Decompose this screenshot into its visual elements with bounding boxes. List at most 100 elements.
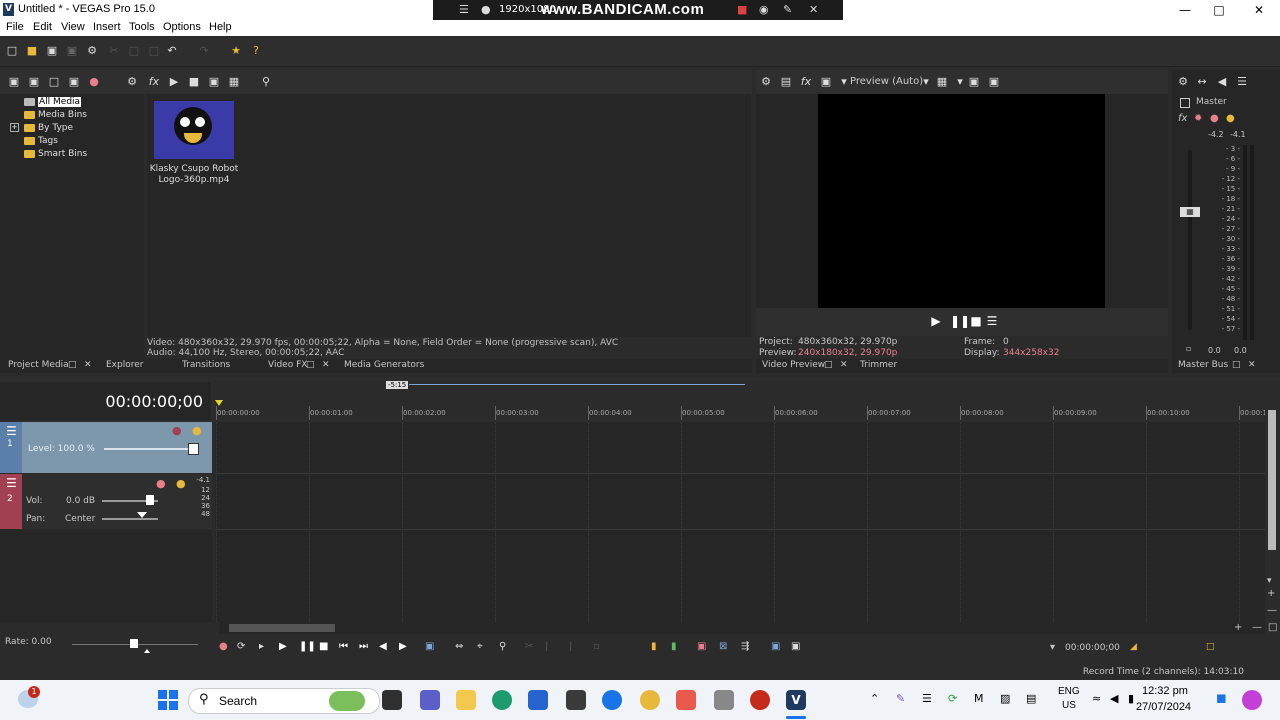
bandicam-icon[interactable] <box>750 690 770 710</box>
vol-slider-handle[interactable] <box>146 495 154 505</box>
track-menu-icon[interactable]: ☰ <box>6 424 17 438</box>
tree-by-type[interactable]: By Type <box>24 122 73 134</box>
chrome-icon[interactable] <box>640 690 660 710</box>
go-to-end-icon[interactable]: ⏭ <box>359 641 368 652</box>
tab-master-bus[interactable]: Master Bus <box>1178 360 1228 370</box>
h-zoom-out-icon[interactable]: — <box>1252 622 1262 633</box>
search-box[interactable]: ⚲ Search <box>188 688 380 714</box>
teams-icon[interactable] <box>420 690 440 710</box>
open-icon[interactable]: ■ <box>26 45 38 57</box>
camera-icon[interactable]: ◉ <box>759 3 769 16</box>
lock-icon[interactable]: ▫ <box>1186 344 1191 353</box>
tab-video-fx[interactable]: Video FX <box>268 360 307 370</box>
save-as-icon[interactable]: ▣ <box>66 45 78 57</box>
play-icon[interactable]: ▶ <box>279 641 287 652</box>
h-zoom-in-icon[interactable]: + <box>1234 622 1242 633</box>
mixer-icon[interactable]: ☰ <box>1236 76 1248 88</box>
capture-icon[interactable]: ▣ <box>28 76 40 88</box>
save-icon[interactable]: ▣ <box>46 45 58 57</box>
wifi-icon[interactable]: ≈ <box>1092 692 1101 705</box>
menu-help[interactable]: Help <box>209 21 232 33</box>
prev-frame-icon[interactable]: ◀ <box>379 641 387 652</box>
float-icon[interactable]: □ <box>68 360 77 370</box>
trim-end-icon[interactable]: | <box>569 641 572 652</box>
track-area[interactable] <box>215 422 1265 622</box>
copy-snapshot-icon[interactable]: ▣ <box>968 76 980 88</box>
minimize-button[interactable]: — <box>1174 2 1196 18</box>
windows-start-icon[interactable] <box>158 690 178 710</box>
ignore-grouping-icon[interactable]: ▣ <box>791 641 800 652</box>
preview-quality-select[interactable]: Preview (Auto) <box>850 76 923 87</box>
close-tab-icon[interactable]: ✕ <box>322 360 330 370</box>
stop-media-icon[interactable]: ■ <box>188 76 200 88</box>
stop-icon[interactable]: ■ <box>319 641 328 652</box>
menu-file[interactable]: File <box>6 21 24 33</box>
auto-preview-icon[interactable]: ▣ <box>208 76 220 88</box>
mute-icon[interactable]: ● <box>172 424 182 437</box>
new-icon[interactable]: □ <box>6 45 18 57</box>
master-fx-icon[interactable]: fx <box>1178 113 1187 124</box>
auto-crossfade-icon[interactable]: ⊠ <box>719 641 727 652</box>
task-view-icon[interactable] <box>382 690 402 710</box>
level-slider-handle[interactable] <box>188 443 199 455</box>
pause-icon[interactable]: ❚❚ <box>950 315 970 327</box>
selection-edit-icon[interactable]: ⌖ <box>477 641 483 652</box>
h-zoom-icon[interactable]: □ <box>1268 622 1277 633</box>
clock-time[interactable]: 12:32 pm <box>1142 685 1188 697</box>
views-icon[interactable]: ▦ <box>228 76 240 88</box>
mic-icon[interactable]: ● <box>481 3 491 16</box>
menu-view[interactable]: View <box>61 21 85 33</box>
overlays-icon[interactable]: ▦ <box>936 76 948 88</box>
copilot-icon[interactable] <box>1242 690 1262 710</box>
battery-icon[interactable]: ▮ <box>1128 692 1134 705</box>
close-button[interactable]: ✕ <box>1248 2 1270 18</box>
preview-fx-icon[interactable]: fx <box>800 76 812 88</box>
end-timecode[interactable]: 00:00:00;00 <box>1065 643 1120 653</box>
clock-date[interactable]: 27/07/2024 <box>1136 701 1191 713</box>
app-icon[interactable] <box>566 690 586 710</box>
region-label[interactable]: US <box>1062 700 1076 711</box>
record-icon[interactable]: ● <box>219 641 228 652</box>
tray-app-icon[interactable]: M <box>974 692 984 705</box>
remove-unused-icon[interactable]: □ <box>48 76 60 88</box>
zoom-edit-icon[interactable]: ⚲ <box>499 641 506 652</box>
speaker-icon[interactable]: ◀ <box>1216 76 1228 88</box>
maximize-button[interactable]: □ <box>1208 2 1230 18</box>
settings-icon[interactable] <box>714 690 734 710</box>
tab-trimmer[interactable]: Trimmer <box>860 360 897 370</box>
bell-icon[interactable]: ◼ <box>1216 691 1227 706</box>
expand-icon[interactable]: + <box>10 123 19 132</box>
media-filename[interactable]: Klasky Csupo Robot Logo-360p.mp4 <box>147 164 241 186</box>
tab-transitions[interactable]: Transitions <box>182 360 230 370</box>
timeline-ruler[interactable]: -5:15 00:00:00:00 00:00:01:00 00:00:02:00 0… <box>215 380 1267 420</box>
trim-start-icon[interactable]: | <box>545 641 548 652</box>
undo-icon[interactable]: ↶ <box>166 45 178 57</box>
messenger-icon[interactable] <box>602 690 622 710</box>
loop-icon[interactable]: ⟳ <box>237 641 245 652</box>
copy-icon[interactable]: □ <box>128 45 140 57</box>
search-media-icon[interactable]: ⚲ <box>260 76 272 88</box>
pause-icon[interactable]: ❚❚ <box>299 641 316 652</box>
preview-device-icon[interactable]: ▤ <box>780 76 792 88</box>
solo-icon[interactable]: ● <box>1226 113 1235 124</box>
edge-icon[interactable] <box>492 690 512 710</box>
lock-icon[interactable]: ▫ <box>593 641 600 652</box>
import-media-icon[interactable]: ▣ <box>8 76 20 88</box>
keyboard-icon[interactable]: ▨ <box>1000 692 1010 705</box>
chevron-down-icon[interactable]: ▾ <box>954 76 966 88</box>
loop-region[interactable] <box>409 384 745 385</box>
video-track-header[interactable]: ☰ 1 ● ● Level: 100.0 % <box>0 422 212 473</box>
float-icon[interactable]: □ <box>824 360 833 370</box>
render-icon[interactable]: ★ <box>230 45 242 57</box>
downmix-icon[interactable]: ↔ <box>1196 76 1208 88</box>
region-icon[interactable]: ▮ <box>671 641 677 652</box>
menu-options[interactable]: Options <box>163 21 201 33</box>
hscroll-thumb[interactable] <box>229 624 335 632</box>
snap-icon[interactable]: ▣ <box>697 641 706 652</box>
timeline-vscroll[interactable]: ▾ + — <box>1265 380 1280 622</box>
automation-icon[interactable]: ✹ <box>1194 113 1202 124</box>
close-tab-icon[interactable]: ✕ <box>1248 360 1256 370</box>
zoom-in-icon[interactable]: + <box>1267 588 1275 599</box>
pen-icon[interactable]: ✎ <box>896 692 905 705</box>
solo-icon[interactable]: ● <box>176 477 186 490</box>
